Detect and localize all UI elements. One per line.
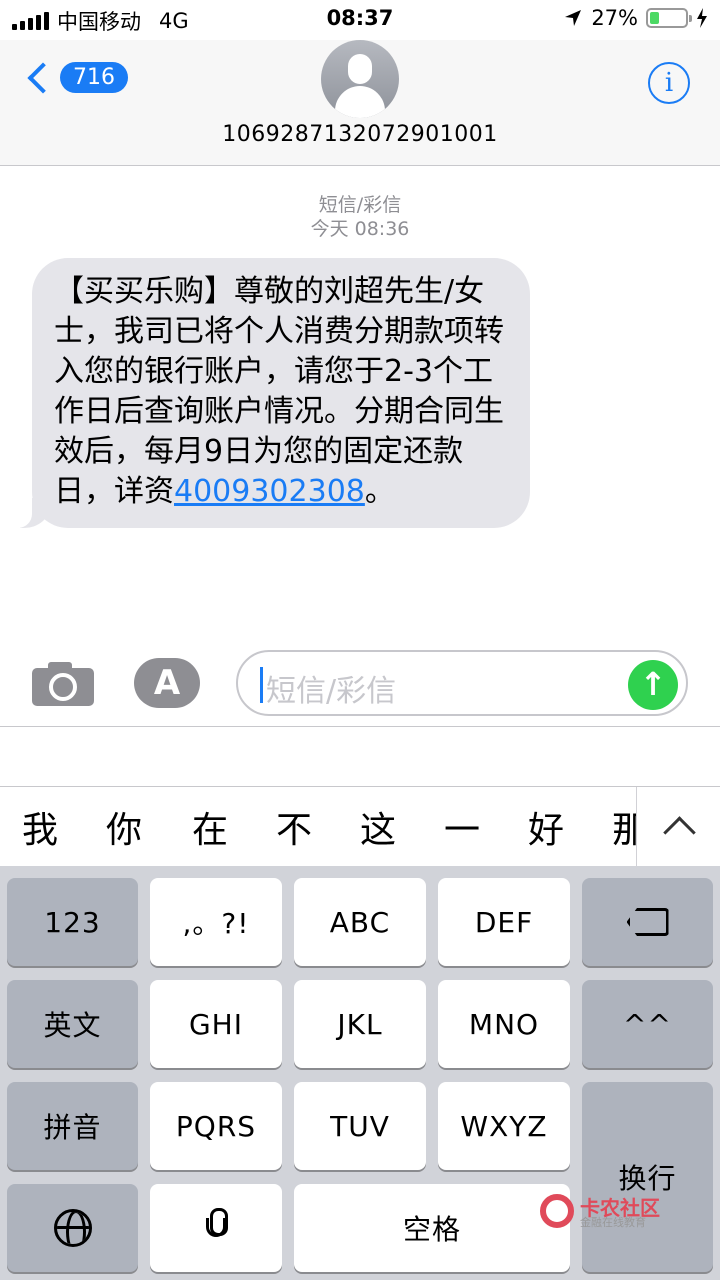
candidate-bar: 我 你 在 不 这 一 好 那 [0, 786, 720, 866]
key-punctuation[interactable]: ,。?! [150, 878, 282, 966]
key-delete[interactable] [582, 878, 713, 966]
info-icon[interactable]: i [648, 62, 690, 104]
key-123[interactable]: 123 [7, 878, 138, 966]
battery-fill [650, 12, 660, 24]
key-english[interactable]: 英文 [7, 980, 138, 1068]
phone-number-link[interactable]: 4009302308 [174, 474, 365, 509]
message-service-label: 短信/彩信 [318, 194, 402, 216]
candidate-word[interactable]: 这 [360, 801, 396, 853]
watermark: 卡农社区 金融在线教育 [540, 1192, 690, 1232]
key-mno[interactable]: MNO [438, 980, 570, 1068]
composer-divider [0, 726, 720, 727]
back-button[interactable]: 716 [22, 61, 128, 94]
location-arrow-icon [565, 10, 582, 26]
battery-icon [646, 8, 692, 28]
message-input[interactable]: 短信/彩信 ↑ [236, 650, 688, 716]
key-pinyin[interactable]: 拼音 [7, 1082, 138, 1170]
composer-bar: A 短信/彩信 ↑ [0, 640, 720, 726]
key-return[interactable]: 换行 [582, 1082, 713, 1272]
back-chevron-icon [27, 61, 59, 94]
key-tuv[interactable]: TUV [294, 1082, 426, 1170]
send-icon[interactable]: ↑ [628, 660, 678, 710]
text-caret [260, 667, 263, 703]
key-wxyz[interactable]: WXYZ [438, 1082, 570, 1170]
avatar-icon[interactable] [321, 40, 399, 118]
candidate-word[interactable]: 好 [528, 801, 564, 853]
globe-icon [53, 1209, 92, 1247]
key-globe[interactable] [7, 1184, 138, 1272]
status-bar: 中国移动 4G 08:37 27% [0, 0, 720, 40]
key-def[interactable]: DEF [438, 878, 570, 966]
battery-percent: 27% [591, 6, 638, 30]
key-ghi[interactable]: GHI [150, 980, 282, 1068]
appstore-icon[interactable]: A [134, 658, 200, 708]
candidate-word[interactable]: 你 [106, 801, 142, 853]
status-right: 27% [563, 6, 708, 30]
watermark-logo-icon [540, 1194, 574, 1228]
key-pqrs[interactable]: PQRS [150, 1082, 282, 1170]
received-message-bubble[interactable]: 【买买乐购】尊敬的刘超先生/女士，我司已将个人消费分期款项转入您的银行账户，请您… [10, 258, 530, 528]
message-timestamp: 今天 08:36 [310, 218, 410, 240]
delete-icon [626, 908, 669, 936]
unread-count-badge: 716 [60, 62, 128, 93]
candidate-word[interactable]: 我 [22, 801, 58, 853]
watermark-subtitle: 金融在线教育 [580, 1216, 646, 1229]
candidate-word[interactable]: 不 [276, 801, 312, 853]
mic-icon [206, 1208, 228, 1248]
key-microphone[interactable] [150, 1184, 282, 1272]
key-jkl[interactable]: JKL [294, 980, 426, 1068]
key-space[interactable]: 空格 [294, 1184, 570, 1272]
candidate-word[interactable]: 一 [444, 801, 480, 853]
conversation-header: 716 1069287132072901001 i [0, 40, 720, 166]
message-end: 。 [364, 474, 395, 509]
contact-name[interactable]: 1069287132072901001 [0, 122, 720, 147]
message-input-placeholder: 短信/彩信 [266, 674, 397, 709]
charging-icon [697, 8, 707, 28]
camera-icon[interactable] [32, 660, 94, 706]
candidate-word[interactable]: 在 [192, 801, 228, 853]
key-abc[interactable]: ABC [294, 878, 426, 966]
key-emoticon[interactable]: ^^ [582, 980, 713, 1068]
expand-icon[interactable] [636, 787, 720, 866]
